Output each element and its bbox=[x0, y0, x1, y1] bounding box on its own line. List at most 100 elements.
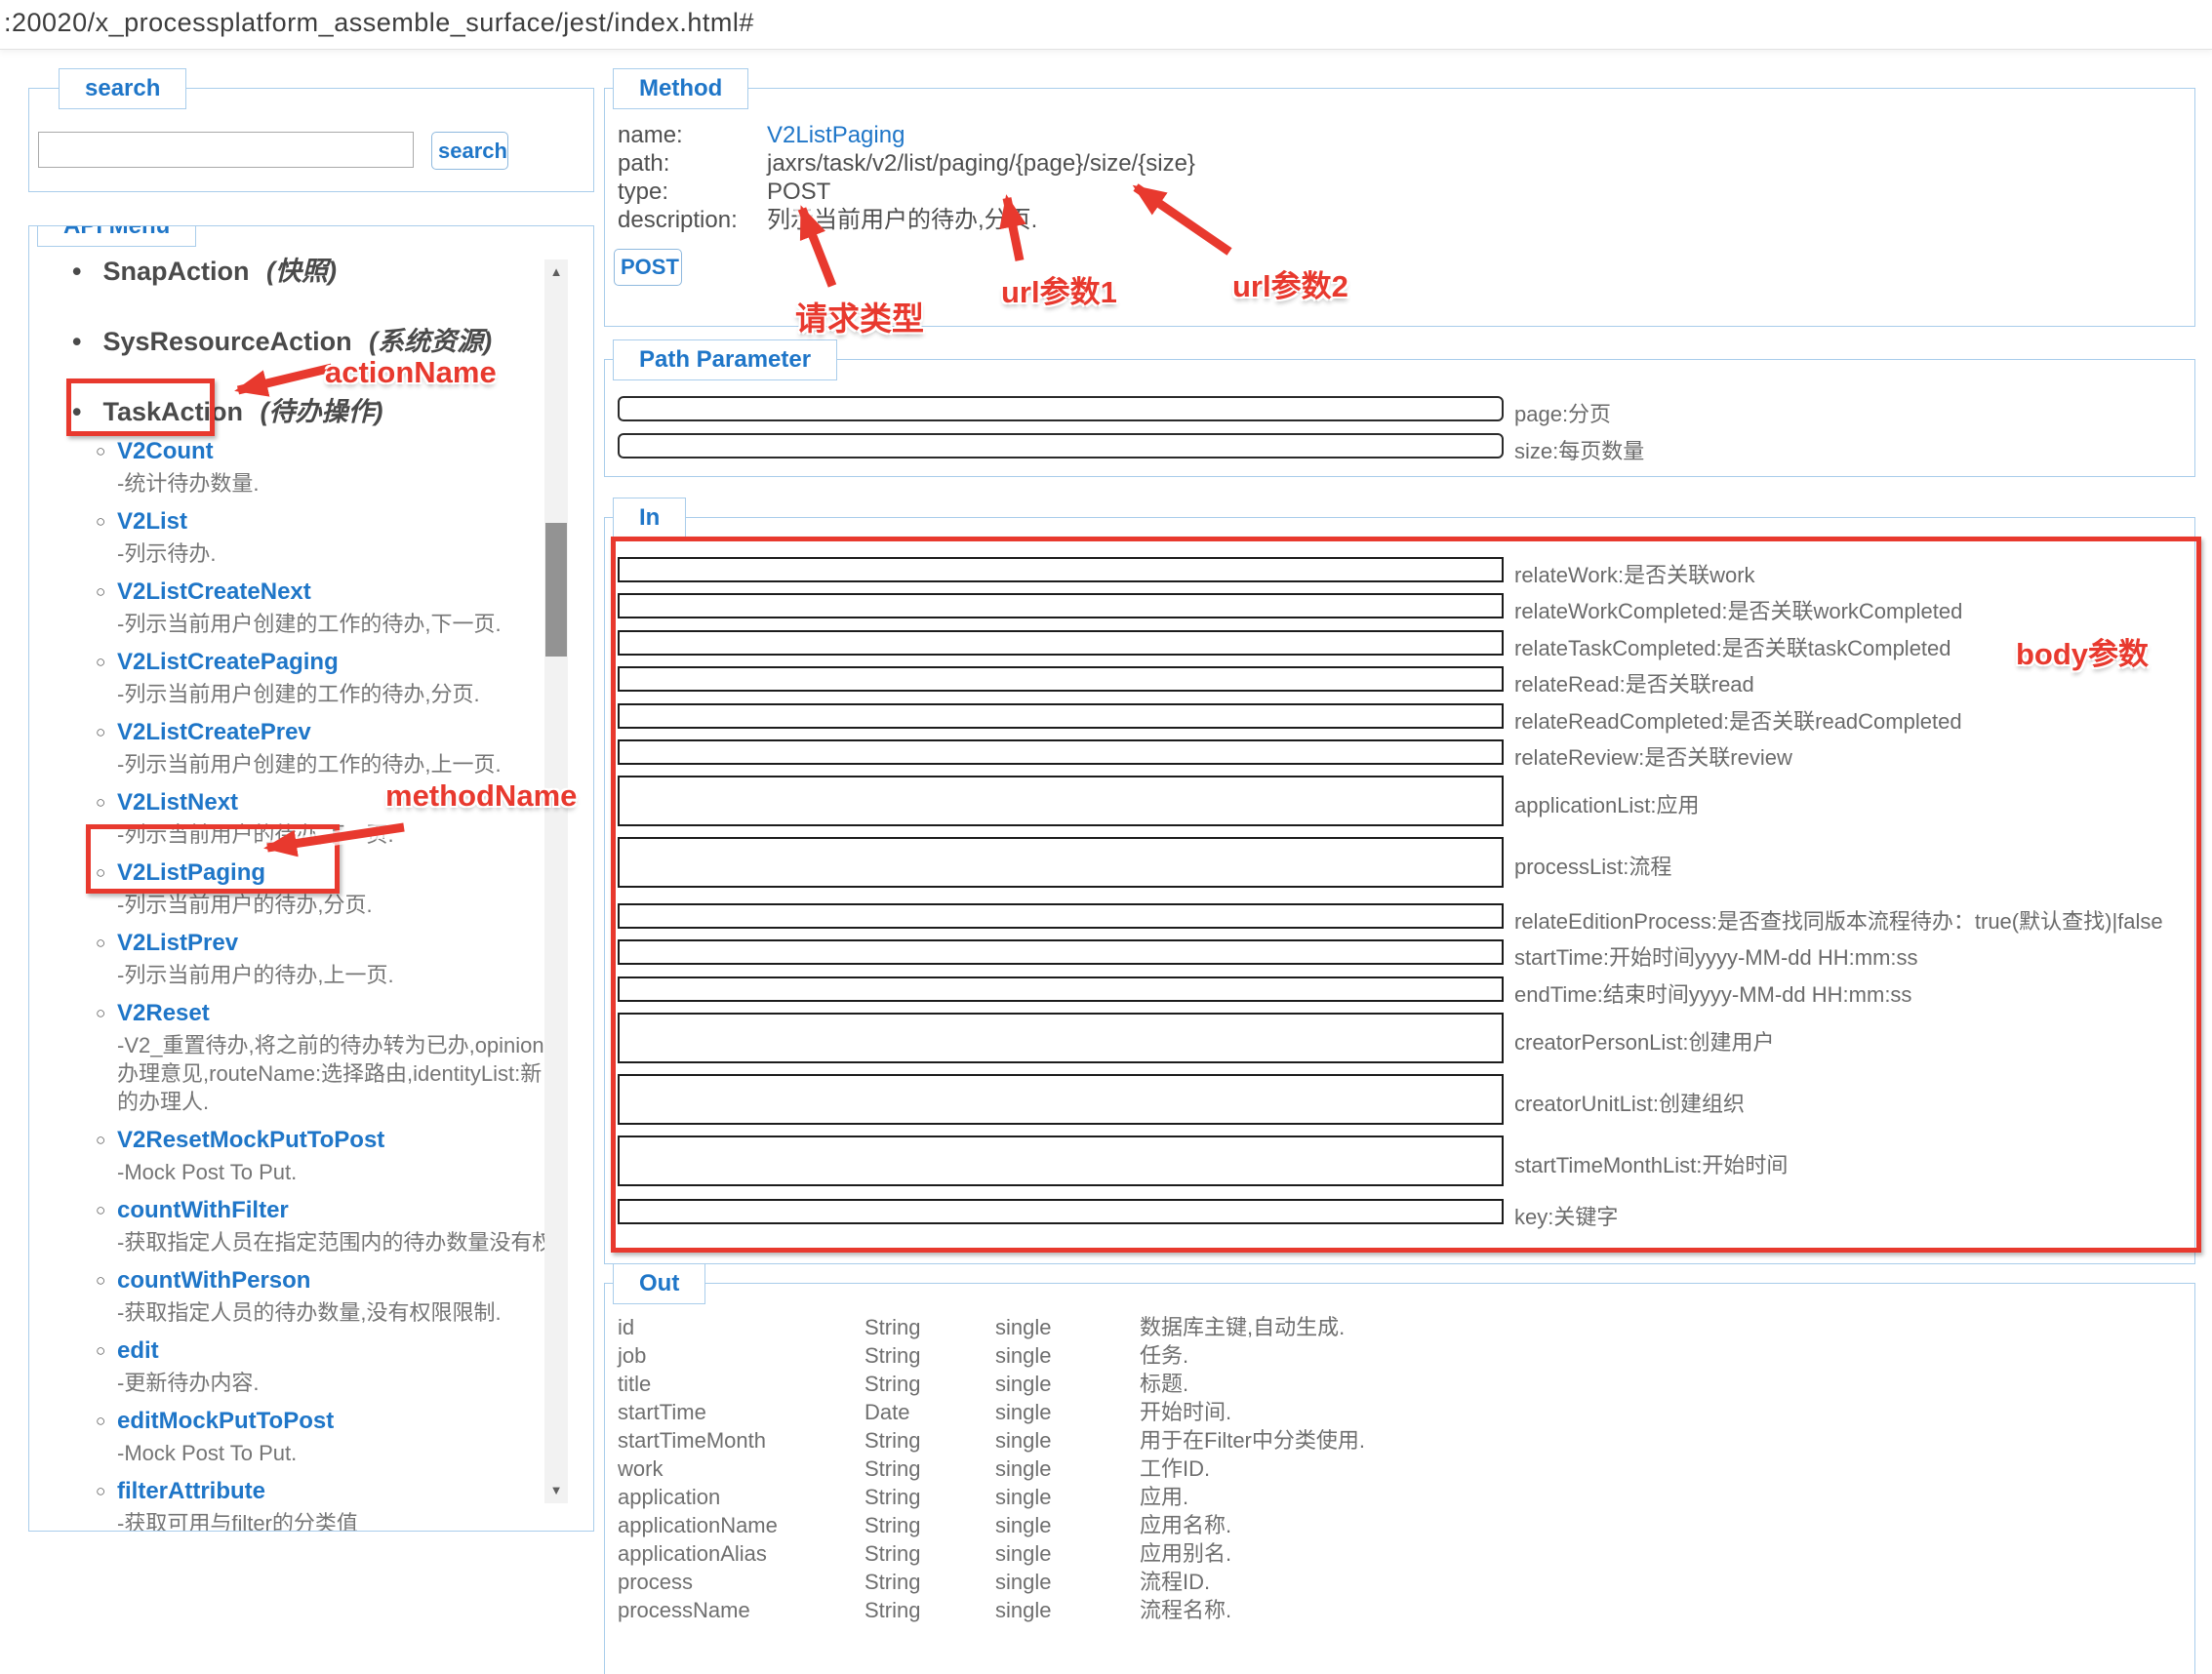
out-desc: 任务. bbox=[1140, 1341, 2185, 1370]
method-link[interactable]: V2Reset bbox=[117, 1000, 210, 1026]
out-type: String bbox=[865, 1568, 995, 1596]
method-link[interactable]: editMockPutToPost bbox=[117, 1408, 334, 1434]
field-label: creatorUnitList:创建组织 bbox=[1514, 1087, 1745, 1118]
circle-bullet-icon: ○ bbox=[96, 928, 117, 958]
action-item-snapaction: • SnapAction (快照) bbox=[72, 254, 558, 289]
action-name: TaskAction bbox=[103, 397, 244, 426]
method-link[interactable]: V2List bbox=[117, 508, 187, 535]
out-row-process: processStringsingle流程ID. bbox=[618, 1568, 2185, 1596]
annotation-url-param2: url参数2 bbox=[1232, 261, 1348, 305]
out-table: idStringsingle数据库主键,自动生成. jobStringsingl… bbox=[618, 1313, 2185, 1624]
relateworkcompleted-input[interactable] bbox=[618, 593, 1504, 618]
path-parameter-panel: Path Parameter page:分页 size:每页数量 bbox=[604, 359, 2195, 477]
scrollbar-thumb[interactable] bbox=[545, 523, 567, 657]
annotation-methodname: methodName bbox=[385, 778, 577, 814]
out-row-title: titleStringsingle标题. bbox=[618, 1370, 2185, 1398]
method-link[interactable]: V2ListCreatePaging bbox=[117, 649, 339, 675]
search-panel: search search bbox=[28, 88, 594, 192]
action-name: SnapAction bbox=[103, 257, 250, 286]
method-link[interactable]: V2Count bbox=[117, 438, 214, 464]
circle-bullet-icon: ○ bbox=[96, 787, 117, 817]
method-desc: -列示当前用户创建的工作的待办,下一页. bbox=[117, 610, 558, 638]
method-name-link[interactable]: V2ListPaging bbox=[767, 122, 905, 148]
method-desc: -V2_重置待办,将之前的待办转为已办,opinion:办理意见,routeNa… bbox=[117, 1031, 558, 1116]
out-name: startTime bbox=[618, 1398, 865, 1426]
out-desc: 工作ID. bbox=[1140, 1455, 2185, 1483]
circle-bullet-icon: ○ bbox=[96, 1335, 117, 1366]
out-desc: 标题. bbox=[1140, 1370, 2185, 1398]
page-input[interactable] bbox=[618, 396, 1504, 421]
out-desc: 应用. bbox=[1140, 1483, 2185, 1511]
starttimemonthlist-textarea[interactable] bbox=[618, 1136, 1504, 1186]
circle-bullet-icon: ○ bbox=[96, 1265, 117, 1295]
out-name: id bbox=[618, 1313, 865, 1341]
menu-scrollbar[interactable]: ▲ ▼ bbox=[544, 259, 568, 1503]
applicationlist-textarea[interactable] bbox=[618, 776, 1504, 826]
method-item-v2listcreatenext: ○V2ListCreateNext -列示当前用户创建的工作的待办,下一页. bbox=[96, 577, 558, 638]
relatereadcompleted-input[interactable] bbox=[618, 703, 1504, 729]
out-name: job bbox=[618, 1341, 865, 1370]
relateeditionprocess-input[interactable] bbox=[618, 903, 1504, 929]
field-label: key:关键字 bbox=[1514, 1200, 1618, 1231]
relatework-input[interactable] bbox=[618, 557, 1504, 582]
out-name: work bbox=[618, 1455, 865, 1483]
out-type: String bbox=[865, 1455, 995, 1483]
out-name: application bbox=[618, 1483, 865, 1511]
page-url[interactable]: :20020/x_processplatform_assemble_surfac… bbox=[4, 8, 754, 38]
method-link[interactable]: countWithPerson bbox=[117, 1267, 310, 1294]
post-button[interactable]: POST bbox=[614, 249, 682, 286]
creatorpersonlist-textarea[interactable] bbox=[618, 1013, 1504, 1063]
key-input[interactable] bbox=[618, 1199, 1504, 1224]
annotation-request-type: 请求类型 bbox=[795, 293, 924, 339]
path-param-row-page: page:分页 bbox=[618, 396, 2179, 423]
method-item-v2reset: ○V2Reset -V2_重置待办,将之前的待办转为已办,opinion:办理意… bbox=[96, 998, 558, 1116]
method-link[interactable]: edit bbox=[117, 1337, 159, 1364]
method-link[interactable]: V2ListNext bbox=[117, 789, 238, 816]
out-cardinality: single bbox=[995, 1568, 1140, 1596]
processlist-textarea[interactable] bbox=[618, 837, 1504, 888]
api-menu-panel: API Menu • SnapAction (快照) • SysResource… bbox=[28, 225, 594, 1532]
method-item-countwithperson: ○countWithPerson -获取指定人员的待办数量,没有权限限制. bbox=[96, 1265, 558, 1327]
circle-bullet-icon: ○ bbox=[96, 1406, 117, 1436]
starttime-input[interactable] bbox=[618, 939, 1504, 965]
field-label: relateTaskCompleted:是否关联taskCompleted bbox=[1514, 631, 1951, 662]
type-label: type: bbox=[618, 178, 767, 206]
method-desc: -统计待办数量. bbox=[117, 469, 558, 498]
relateread-input[interactable] bbox=[618, 666, 1504, 692]
circle-bullet-icon: ○ bbox=[96, 577, 117, 607]
creatorunitlist-textarea[interactable] bbox=[618, 1074, 1504, 1125]
search-button[interactable]: search bbox=[431, 132, 508, 170]
method-link[interactable]: V2ResetMockPutToPost bbox=[117, 1127, 384, 1153]
action-note: (系统资源) bbox=[369, 327, 492, 356]
method-link[interactable]: filterAttribute bbox=[117, 1478, 265, 1504]
out-row-job: jobStringsingle任务. bbox=[618, 1341, 2185, 1370]
method-item-v2listcreatepaging: ○V2ListCreatePaging -列示当前用户创建的工作的待办,分页. bbox=[96, 647, 558, 708]
out-cardinality: single bbox=[995, 1511, 1140, 1539]
scroll-up-icon[interactable]: ▲ bbox=[544, 259, 568, 285]
relatereview-input[interactable] bbox=[618, 739, 1504, 765]
method-link[interactable]: countWithFilter bbox=[117, 1197, 289, 1223]
search-input[interactable] bbox=[38, 132, 414, 168]
action-note: (待办操作) bbox=[261, 397, 383, 426]
scroll-down-icon[interactable]: ▼ bbox=[544, 1478, 568, 1503]
out-cardinality: single bbox=[995, 1455, 1140, 1483]
out-type: String bbox=[865, 1483, 995, 1511]
out-row-work: workStringsingle工作ID. bbox=[618, 1455, 2185, 1483]
endtime-input[interactable] bbox=[618, 976, 1504, 1002]
description-label: description: bbox=[618, 206, 767, 234]
size-param-label: size:每页数量 bbox=[1514, 434, 1644, 465]
method-row-path: path:jaxrs/task/v2/list/paging/{page}/si… bbox=[618, 149, 1195, 178]
action-item-sysresourceaction: • SysResourceAction (系统资源) bbox=[72, 324, 558, 359]
size-input[interactable] bbox=[618, 433, 1504, 458]
method-link[interactable]: V2ListPrev bbox=[117, 930, 238, 956]
path-param-row-size: size:每页数量 bbox=[618, 433, 2179, 460]
method-link[interactable]: V2ListCreateNext bbox=[117, 578, 311, 605]
field-label: relateWork:是否关联work bbox=[1514, 558, 1755, 589]
method-link[interactable]: V2ListCreatePrev bbox=[117, 719, 311, 745]
relatetaskcompleted-input[interactable] bbox=[618, 630, 1504, 656]
bullet-icon: • bbox=[72, 324, 96, 359]
method-item-editmockputtopost: ○editMockPutToPost -Mock Post To Put. bbox=[96, 1406, 558, 1467]
out-panel-legend: Out bbox=[613, 1263, 705, 1304]
in-panel: In relateWork:是否关联work relateWorkComplet… bbox=[604, 517, 2195, 1264]
method-link-selected[interactable]: V2ListPaging bbox=[117, 859, 265, 886]
